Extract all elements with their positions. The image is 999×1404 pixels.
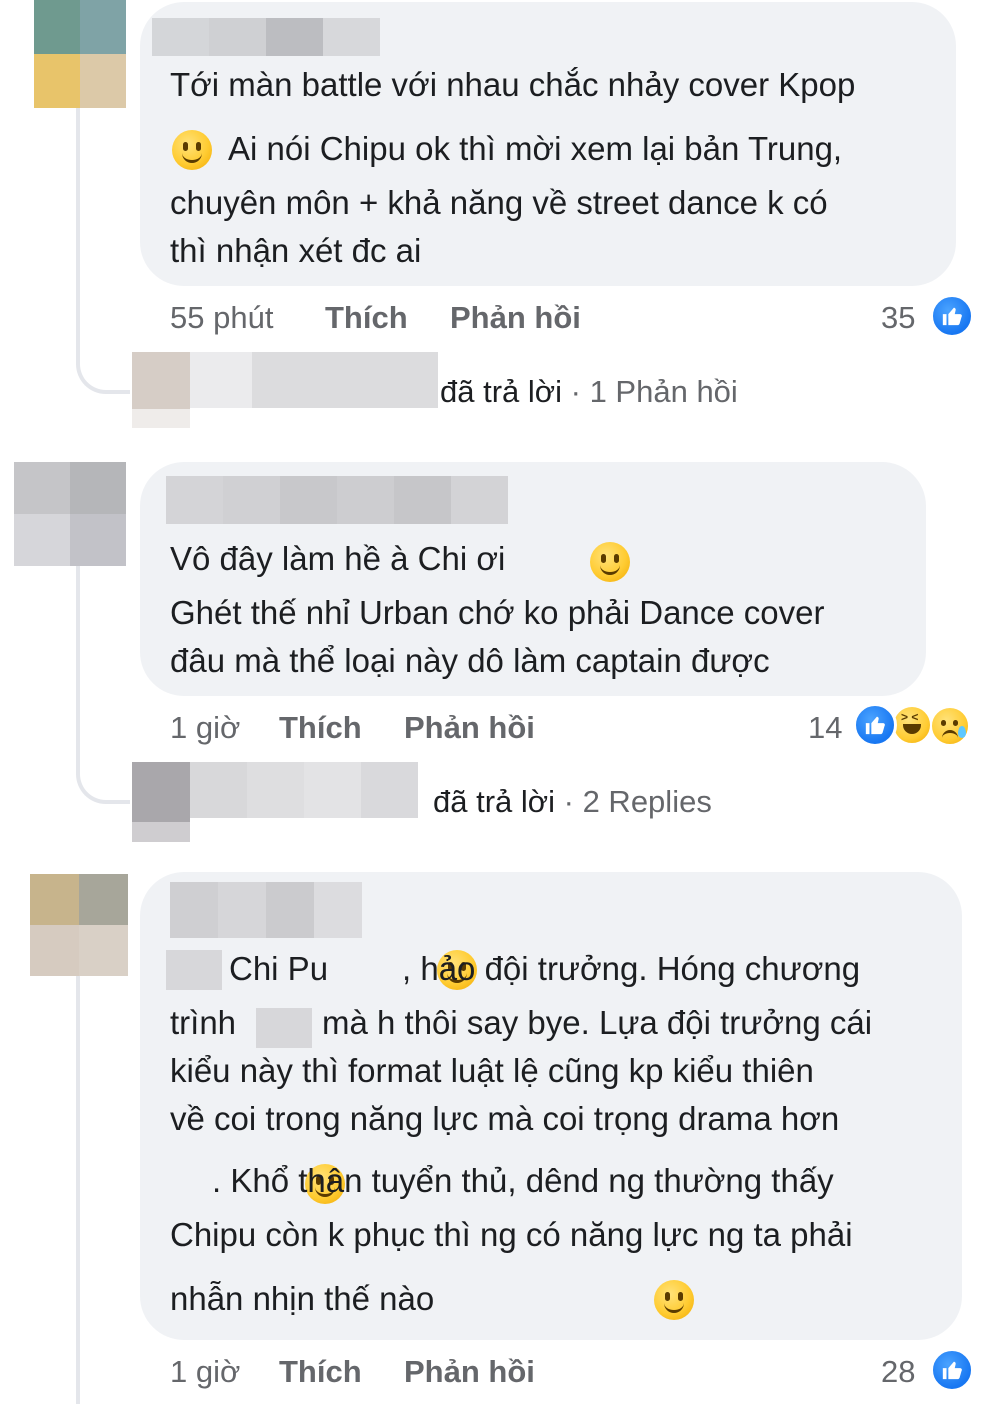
reply-count[interactable]: 1 Phản hồi [590, 374, 738, 409]
comment-text-line: về coi trong năng lực mà coi trọng drama… [170, 1100, 840, 1137]
reply-avatar[interactable] [132, 352, 190, 428]
comment-timestamp[interactable]: 1 giờ [170, 1354, 240, 1390]
thread-connector [76, 750, 130, 804]
tear-drop [958, 726, 966, 738]
reply-button[interactable]: Phản hồi [450, 300, 581, 336]
comment-text-line: trình [170, 1004, 237, 1041]
like-reaction-icon[interactable] [853, 703, 897, 747]
reply-avatar[interactable] [132, 762, 190, 842]
comment-text-line: nhẫn nhịn thế nào [170, 1280, 435, 1317]
author-name-redacted[interactable] [170, 882, 362, 938]
reaction-count[interactable]: 14 [808, 710, 842, 746]
comment-text-line: Ai nói Chipu ok thì mời xem lại bản Trun… [228, 130, 843, 167]
haha-reaction-icon[interactable] [892, 705, 932, 745]
avatar[interactable] [34, 0, 126, 108]
like-button[interactable]: Thích [279, 710, 362, 746]
comment-text-line: thì nhận xét đc ai [170, 232, 422, 269]
reply-author-redacted[interactable] [190, 762, 418, 818]
comment-text-line: chuyên môn + khả năng về street dance k … [170, 184, 828, 221]
like-reaction-icon[interactable] [930, 294, 974, 338]
comment-text-line: đâu mà thể loại này dô làm captain được [170, 642, 770, 679]
reply-summary[interactable]: đã trả lời · 1 Phản hồi [440, 374, 738, 410]
separator: · [563, 784, 574, 819]
comment-timestamp[interactable]: 55 phút [170, 300, 273, 336]
reaction-count[interactable]: 28 [881, 1354, 915, 1390]
avatar[interactable] [30, 874, 128, 976]
comment-text-line: Ghét thế nhỉ Urban chớ ko phải Dance cov… [170, 594, 825, 631]
author-name-redacted[interactable] [166, 476, 508, 524]
comment-text-line: Chipu còn k phục thì ng có năng lực ng t… [170, 1216, 853, 1253]
reply-button[interactable]: Phản hồi [404, 710, 535, 746]
comment-text-line: Chi Pu [229, 950, 329, 987]
author-name-redacted[interactable] [152, 18, 380, 56]
comment-text-line: , hảo đội trưởng. Hóng chương [402, 950, 861, 987]
like-reaction-icon[interactable] [930, 1348, 974, 1392]
reply-count[interactable]: 2 Replies [583, 784, 712, 819]
separator: · [570, 374, 581, 409]
reply-summary[interactable]: đã trả lời · 2 Replies [433, 784, 712, 820]
comment-text-line: Vô đây làm hề à Chi ơi [170, 540, 506, 577]
thread-line [76, 975, 80, 1404]
thread-line [76, 105, 80, 355]
comment-timestamp[interactable]: 1 giờ [170, 710, 240, 746]
reaction-count[interactable]: 35 [881, 300, 915, 336]
thread-line [76, 565, 80, 765]
thread-connector [76, 340, 130, 394]
comment-text-line: mà h thôi say bye. Lựa đội trưởng cái [322, 1004, 873, 1041]
replied-label: đã trả lời [440, 374, 562, 409]
program-name-redacted [256, 1008, 312, 1048]
reply-button[interactable]: Phản hồi [404, 1354, 535, 1390]
comment-text-line: Tới màn battle với nhau chắc nhảy cover … [170, 66, 856, 103]
like-button[interactable]: Thích [279, 1354, 362, 1390]
comment-text-line: kiểu này thì format luật lệ cũng kp kiểu… [170, 1052, 814, 1089]
comment-text-line: . Khổ thân tuyển thủ, dênd ng thường thấ… [212, 1162, 834, 1199]
smiley-emoji-icon [653, 1280, 694, 1320]
reply-author-redacted[interactable] [190, 352, 438, 408]
like-button[interactable]: Thích [325, 300, 408, 336]
avatar[interactable] [14, 462, 126, 566]
replied-label: đã trả lời [433, 784, 555, 819]
smiley-emoji-icon [172, 130, 212, 170]
mention-redacted[interactable] [166, 950, 222, 990]
